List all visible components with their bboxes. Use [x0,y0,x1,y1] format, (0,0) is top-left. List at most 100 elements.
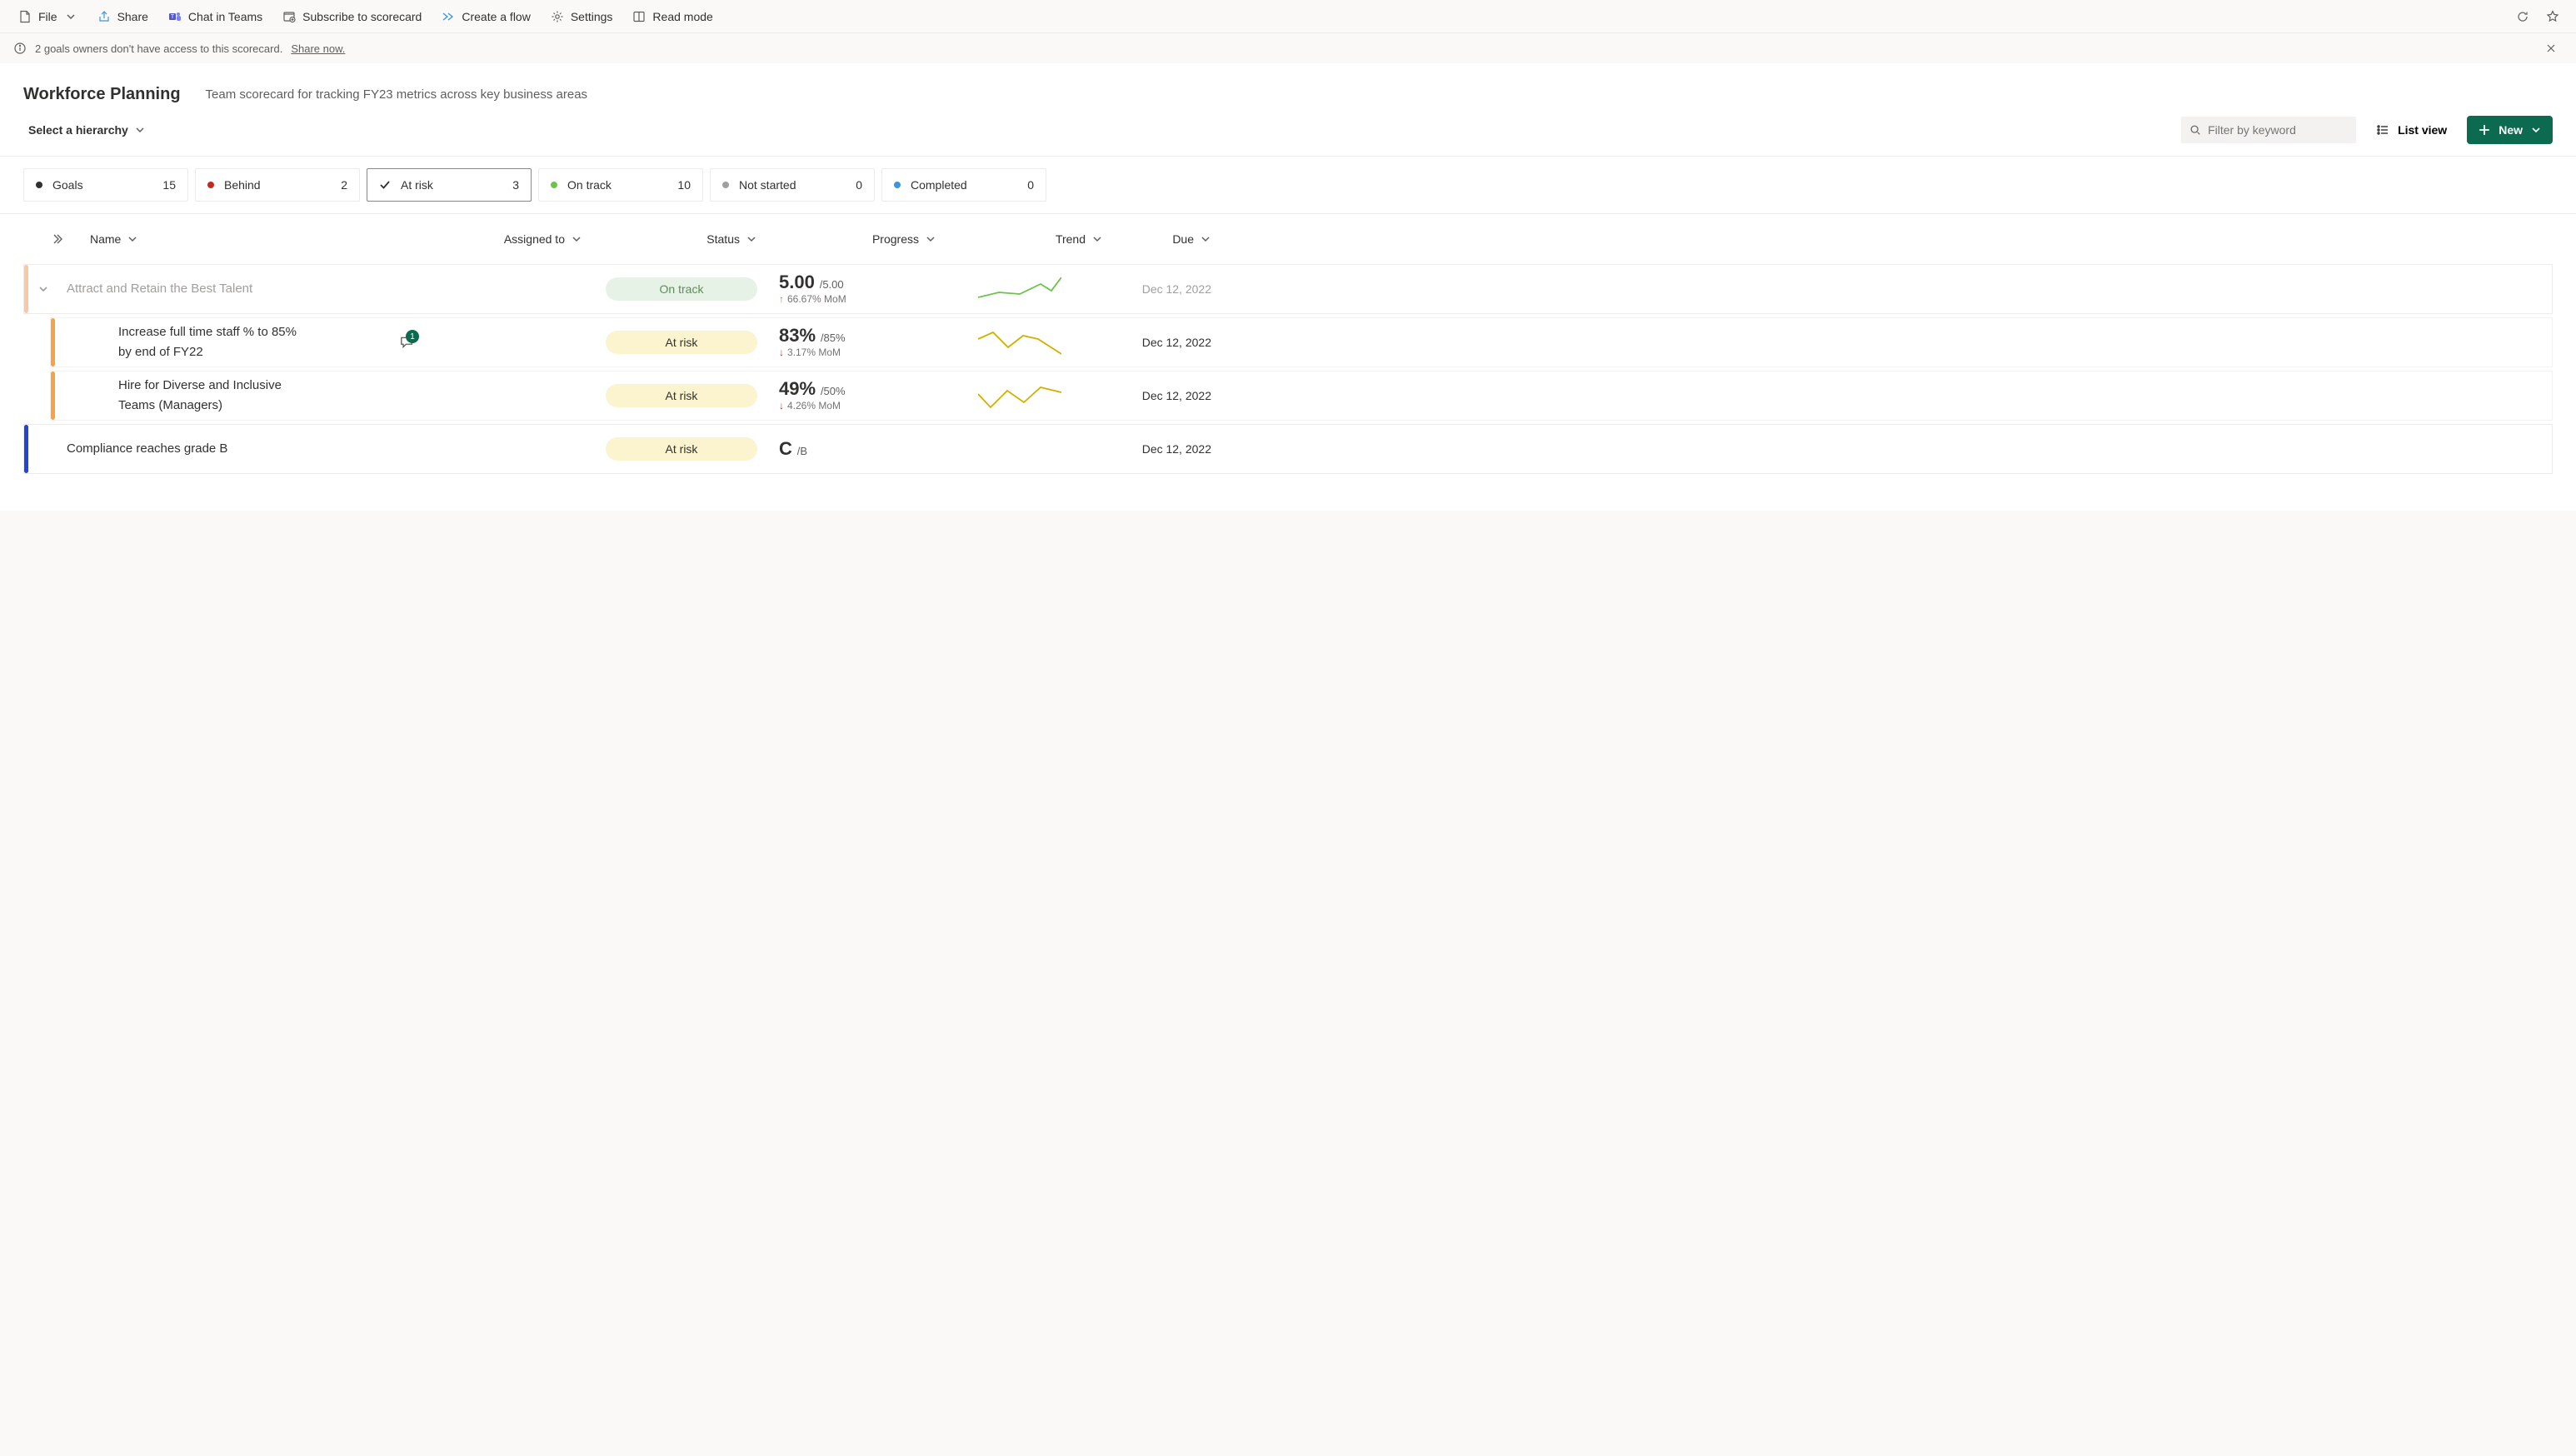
settings-button[interactable]: Settings [542,3,622,30]
svg-text:T: T [171,14,175,20]
search-icon [2189,124,2201,136]
column-label: Trend [1056,232,1086,246]
column-label: Progress [872,232,919,246]
list-icon [2376,123,2389,137]
list-view-label: List view [2398,123,2447,137]
file-icon [18,10,32,23]
progress-delta: ↑ 66.67% MoM [779,293,936,305]
comments-indicator[interactable]: 1 [399,335,414,350]
refresh-button[interactable] [2509,3,2536,30]
info-icon [13,42,27,55]
comment-count: 1 [406,330,419,343]
status-pill: At risk [606,384,757,407]
progress-value: 5.00 [779,272,815,292]
goal-row[interactable]: Hire for Diverse and Inclusive Teams (Ma… [50,371,2553,421]
flow-icon [442,10,455,23]
filter-pill-goals[interactable]: Goals 15 [23,168,188,202]
chevron-down-icon [926,234,936,244]
progress-target: /5.00 [820,278,844,291]
goal-name: Hire for Diverse and Inclusive Teams (Ma… [88,376,391,416]
due-date: Dec 12, 2022 [1103,336,1211,349]
tool-row: Select a hierarchy List view New [23,116,2553,144]
goal-row[interactable]: Increase full time staff % to 85% by end… [50,317,2553,367]
progress-value: 83% [779,325,816,346]
filter-pill-behind[interactable]: Behind2 [195,168,360,202]
chevron-down-icon [38,284,48,294]
share-icon [97,10,111,23]
notice-close-button[interactable] [2539,37,2563,60]
list-view-button[interactable]: List view [2368,117,2455,143]
filter-pill-completed[interactable]: Completed0 [881,168,1046,202]
arrow-down-icon: ↓ [779,400,784,411]
chevron-down-icon [572,234,582,244]
filter-pill-notstarted[interactable]: Not started0 [710,168,875,202]
filter-count: 10 [677,178,691,192]
expand-all-button[interactable] [23,233,90,245]
trend-sparkline [936,274,1103,304]
progress-delta: ↓ 3.17% MoM [779,347,936,358]
create-flow-button[interactable]: Create a flow [433,3,538,30]
goal-row[interactable]: Compliance reaches grade B At risk C /B … [23,424,2553,474]
column-trend[interactable]: Trend [936,232,1102,246]
delta-text: 66.67% MoM [787,293,846,305]
favorite-button[interactable] [2539,3,2566,30]
status-cell: At risk [582,331,757,354]
notice-text: 2 goals owners don't have access to this… [35,42,282,55]
progress-cell: 5.00 /5.00 ↑ 66.67% MoM [757,273,936,305]
share-button[interactable]: Share [89,3,157,30]
progress-value: 49% [779,378,816,399]
hierarchy-selector[interactable]: Select a hierarchy [23,118,150,142]
star-icon [2546,10,2559,23]
gear-icon [551,10,564,23]
sparkline [978,277,1061,297]
command-bar: File Share T Chat in Teams Subscribe to … [0,0,2576,33]
subscribe-label: Subscribe to scorecard [302,10,422,23]
read-mode-button[interactable]: Read mode [624,3,721,30]
share-label: Share [117,10,148,23]
notice-link[interactable]: Share now. [291,42,345,55]
filter-count: 2 [341,178,347,192]
filter-count: 0 [1027,178,1034,192]
chevron-down-icon [135,125,145,135]
page-description: Team scorecard for tracking FY23 metrics… [206,87,588,102]
column-due[interactable]: Due [1102,232,1211,246]
filter-pill-ontrack[interactable]: On track10 [538,168,703,202]
trend-sparkline [936,327,1103,357]
filter-label: Goals [52,178,152,192]
status-pill: At risk [606,437,757,461]
chat-teams-button[interactable]: T Chat in Teams [160,3,271,30]
new-button[interactable]: New [2467,116,2553,144]
column-status[interactable]: Status [582,232,756,246]
search-box[interactable] [2181,117,2356,143]
read-icon [632,10,646,23]
subscribe-button[interactable]: Subscribe to scorecard [274,3,430,30]
page-title: Workforce Planning [23,85,181,104]
goal-row-parent[interactable]: Attract and Retain the Best Talent On tr… [23,264,2553,314]
status-pill: At risk [606,331,757,354]
trend-sparkline [936,381,1103,411]
plus-icon [2479,124,2490,136]
due-date: Dec 12, 2022 [1103,442,1211,456]
file-menu-button[interactable]: File [10,3,86,30]
settings-label: Settings [571,10,613,23]
notice-bar: 2 goals owners don't have access to this… [0,33,2576,63]
chevron-down-icon [64,10,77,23]
search-input[interactable] [2208,123,2348,137]
title-row: Workforce Planning Team scorecard for tr… [23,85,2553,104]
progress-target: /50% [821,385,846,397]
check-icon [379,179,391,191]
column-progress[interactable]: Progress [756,232,936,246]
delta-text: 4.26% MoM [787,400,841,411]
column-name[interactable]: Name [90,232,390,246]
due-date: Dec 12, 2022 [1103,389,1211,402]
status-pill: On track [606,277,757,301]
chevron-down-icon [1092,234,1102,244]
refresh-icon [2516,10,2529,23]
progress-cell: 49% /50% ↓ 4.26% MoM [757,380,936,411]
filter-count: 15 [162,178,176,192]
collapse-toggle[interactable] [24,284,62,294]
column-assigned[interactable]: Assigned to [390,232,582,246]
chevron-down-icon [127,234,137,244]
status-dot [894,182,901,188]
filter-pill-atrisk[interactable]: At risk3 [367,168,532,202]
